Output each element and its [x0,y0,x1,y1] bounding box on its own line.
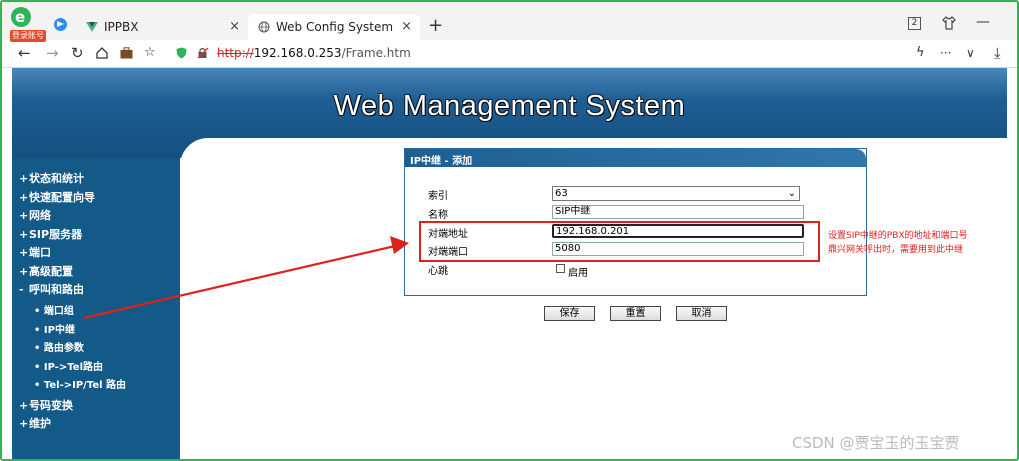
tab-label: IPPBX [104,20,139,34]
skin-icon[interactable] [942,16,956,30]
tab-label: Web Config System [276,20,394,34]
url-host: 192.168.0.253 [253,46,342,60]
more-icon[interactable]: ··· [940,45,951,61]
sidebar-subitem-ip-trunk[interactable]: • IP中继 [34,321,75,336]
sidebar-item-port[interactable]: +端口 [19,244,51,260]
sidebar-subitem-ip-tel-route[interactable]: • IP->Tel路由 [34,358,103,373]
sidebar-subitem-route-params[interactable]: • 路由参数 [34,339,84,354]
tab-ippbx[interactable]: IPPBX × [76,14,248,40]
vue-icon [86,22,98,32]
url-protocol: http:// [217,46,254,60]
watermark: CSDN @贾宝玉的玉宝贾 [792,434,960,452]
index-label: 索引 [428,191,448,202]
annotation-highlight-box [419,221,820,262]
minimize-button[interactable]: — [976,14,990,30]
url-field[interactable]: http://192.168.0.253/Frame.htm [217,46,411,60]
tab-web-config-system[interactable]: Web Config System × [248,14,420,40]
url-path: /Frame.htm [341,46,411,60]
annotation-line-1: 设置SIP中继的PBX的地址和端口号 [828,231,968,241]
index-select[interactable]: 63 ⌄ [552,186,800,201]
tab-bar: e 登录账号 IPPBX × Web Config System × + 2 — [2,2,1017,42]
svg-text:e: e [15,8,25,26]
sidebar-item-number-transform[interactable]: +号码变换 [19,397,73,413]
dropdown-icon[interactable]: ∨ [966,45,975,61]
save-button[interactable]: 保存 [544,306,595,321]
heartbeat-checkbox[interactable] [556,264,565,273]
sidebar-item-call-routing[interactable]: - 呼叫和路由 [19,281,84,297]
shield-icon[interactable] [176,47,187,59]
window-count-icon[interactable]: 2 [908,17,921,30]
forward-icon[interactable]: → [46,45,59,61]
browser-window: e 登录账号 IPPBX × Web Config System × + 2 —… [0,0,1019,461]
address-toolbar: ← → ↻ ☆ http://192.168.0.253/Frame.htm ϟ… [2,40,1017,68]
insecure-icon[interactable] [197,47,209,59]
annotation-line-2: 鼎兴网关呼出时，需要用到此中继 [828,245,964,255]
sidebar-subitem-port-group[interactable]: • 端口组 [34,302,74,317]
cancel-button[interactable]: 取消 [676,306,727,321]
panel-header: IP中继 - 添加 [405,149,866,167]
sidebar-item-status[interactable]: +状态和统计 [19,170,84,186]
sidebar-item-advanced[interactable]: +高级配置 [19,263,73,279]
back-icon[interactable]: ← [18,45,31,61]
name-input[interactable]: SIP中继 [552,205,804,219]
heartbeat-label: 心跳 [428,266,448,277]
sidebar-item-quick-setup[interactable]: +快速配置向导 [19,189,95,205]
browser-logo-icon[interactable]: e [10,6,32,28]
sidebar-item-network[interactable]: +网络 [19,207,51,223]
sidebar-item-maintenance[interactable]: +维护 [19,415,51,431]
sidebar-subitem-tel-ip-route[interactable]: • Tel->IP/Tel 路由 [34,376,126,391]
favorite-icon[interactable]: ☆ [144,45,156,61]
chevron-down-icon: ⌄ [787,188,796,199]
briefcase-icon[interactable] [120,47,133,59]
reset-button[interactable]: 重置 [610,306,661,321]
home-icon[interactable] [96,47,108,59]
new-tab-button[interactable]: + [428,17,443,35]
pinned-tab-icon[interactable] [54,18,67,31]
close-icon[interactable]: × [229,19,240,34]
name-label: 名称 [428,210,448,221]
web-page: Web Management System +状态和统计 +快速配置向导 +网络… [2,68,1017,459]
reload-icon[interactable]: ↻ [71,45,84,61]
sidebar-item-sip-server[interactable]: +SIP服务器 [19,226,82,242]
panel-title: IP中继 - 添加 [410,156,473,167]
login-badge[interactable]: 登录账号 [10,30,46,42]
close-icon[interactable]: × [401,19,412,34]
globe-icon [258,21,270,33]
download-icon[interactable]: ⤓ [994,45,1001,61]
lightning-icon[interactable]: ϟ [916,45,925,61]
page-title: Web Management System [333,90,686,122]
heartbeat-enable-label: 启用 [568,268,588,279]
